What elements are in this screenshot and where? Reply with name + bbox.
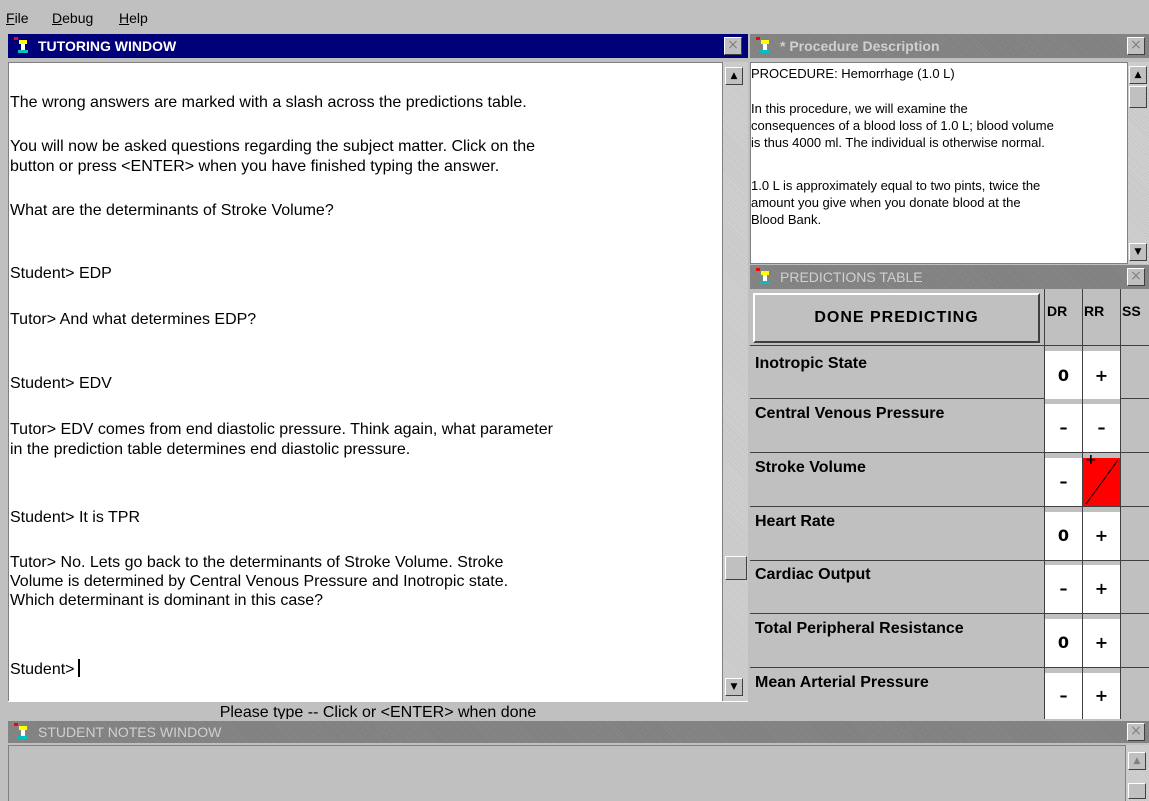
- procedure-text-area[interactable]: [750, 62, 1149, 264]
- grid-line: [750, 667, 1149, 668]
- column-header-dr: DR: [1047, 303, 1068, 319]
- scroll-up-icon[interactable]: ▲: [1129, 66, 1147, 84]
- student-prompt: Student>: [10, 661, 75, 678]
- dialog-line: Tutor> EDV comes from end diastolic pres…: [10, 421, 553, 438]
- procedure-line: is thus 4000 ml. The individual is other…: [751, 135, 1045, 150]
- row-label-stroke-volume: Stroke Volume: [755, 459, 866, 476]
- menu-help-accel: H: [119, 10, 130, 26]
- close-icon[interactable]: ×: [1127, 723, 1145, 741]
- cell-rr[interactable]: +: [1083, 619, 1120, 667]
- scroll-thumb[interactable]: [1128, 783, 1146, 799]
- grid-line: [750, 345, 1149, 346]
- scroll-down-icon[interactable]: ▼: [725, 678, 743, 696]
- dialog-line: Tutor> No. Lets go back to the determina…: [10, 554, 504, 571]
- procedure-line: 1.0 L is approximately equal to two pint…: [751, 178, 1041, 193]
- grid-line: [1120, 289, 1121, 719]
- menu-bar: File Debug Help: [0, 0, 1149, 32]
- column-header-rr: RR: [1084, 303, 1105, 319]
- procedure-line: amount you give when you donate blood at…: [751, 195, 1021, 210]
- dialog-line: The wrong answers are marked with a slas…: [10, 94, 527, 111]
- cell-dr[interactable]: –: [1045, 673, 1082, 719]
- app-icon: [756, 37, 774, 55]
- scroll-thumb[interactable]: [725, 556, 747, 580]
- row-label-cardiac-output: Cardiac Output: [755, 566, 871, 583]
- scroll-thumb[interactable]: [1129, 86, 1147, 108]
- cell-dr[interactable]: –: [1045, 458, 1082, 506]
- close-icon[interactable]: ×: [1127, 268, 1145, 286]
- status-bar: Please type -- Click or <ENTER> when don…: [8, 701, 748, 719]
- cell-rr[interactable]: +: [1083, 565, 1120, 613]
- notes-text-area[interactable]: [8, 745, 1125, 801]
- status-text: Please type -- Click or <ENTER> when don…: [219, 704, 537, 719]
- dialog-line: Student> EDV: [10, 375, 112, 392]
- wrong-answer-slash-icon: [1085, 459, 1119, 505]
- dialog-line: You will now be asked questions regardin…: [10, 138, 536, 155]
- tutoring-title: TUTORING WINDOW: [38, 38, 177, 54]
- grid-line: [750, 613, 1149, 614]
- app-root: File Debug Help TUTORING WINDOW × ▲ ▼ Th…: [0, 0, 1149, 801]
- notes-titlebar[interactable]: STUDENT NOTES WINDOW: [8, 721, 1149, 743]
- grid-line: [750, 560, 1149, 561]
- menu-debug[interactable]: Debug: [52, 10, 93, 26]
- dialog-line: Volume is determined by Central Venous P…: [10, 573, 509, 590]
- cell-rr[interactable]: –: [1083, 404, 1120, 452]
- notes-title: STUDENT NOTES WINDOW: [38, 724, 222, 740]
- menu-debug-accel: D: [52, 10, 63, 26]
- procedure-line: PROCEDURE: Hemorrhage (1.0 L): [751, 66, 955, 81]
- text-cursor: [77, 659, 80, 677]
- menu-file[interactable]: File: [6, 10, 29, 26]
- row-label-mean-arterial-pressure: Mean Arterial Pressure: [755, 674, 929, 691]
- cell-rr[interactable]: +: [1083, 673, 1120, 719]
- procedure-line: Blood Bank.: [751, 212, 822, 227]
- row-label-central-venous-pressure: Central Venous Pressure: [755, 405, 945, 422]
- tutoring-titlebar[interactable]: TUTORING WINDOW: [8, 34, 748, 58]
- grid-line: [750, 506, 1149, 507]
- row-label-inotropic-state: Inotropic State: [755, 355, 868, 372]
- done-predicting-button[interactable]: DONE PREDICTING: [753, 293, 1040, 343]
- dialog-line: Student> It is TPR: [10, 509, 140, 526]
- app-icon: [14, 723, 32, 741]
- cell-dr[interactable]: 0: [1045, 351, 1082, 399]
- app-icon: [14, 37, 32, 55]
- scroll-up-icon[interactable]: ▲: [1128, 752, 1146, 770]
- cell-dr[interactable]: 0: [1045, 512, 1082, 560]
- row-label-total-peripheral-resistance: Total Peripheral Resistance: [755, 620, 964, 637]
- predictions-titlebar[interactable]: PREDICTIONS TABLE: [750, 265, 1149, 289]
- predictions-title: PREDICTIONS TABLE: [780, 269, 923, 285]
- procedure-line: consequences of a blood loss of 1.0 L; b…: [751, 118, 1054, 133]
- menu-help-label: elp: [129, 10, 148, 26]
- dialog-line: in the prediction table determines end d…: [10, 441, 411, 458]
- cell-rr[interactable]: +: [1083, 512, 1120, 560]
- close-icon[interactable]: ×: [724, 37, 742, 55]
- scroll-up-icon[interactable]: ▲: [725, 67, 743, 85]
- student-input-line[interactable]: Student>: [10, 659, 80, 679]
- cell-dr[interactable]: –: [1045, 404, 1082, 452]
- close-icon[interactable]: ×: [1127, 37, 1145, 55]
- scroll-down-icon[interactable]: ▼: [1129, 243, 1147, 261]
- dialog-line: Tutor> And what determines EDP?: [10, 311, 257, 328]
- cell-rr[interactable]: +: [1083, 351, 1120, 399]
- cell-rr-wrong[interactable]: +: [1083, 452, 1120, 506]
- column-header-ss: SS: [1122, 303, 1141, 319]
- menu-file-accel: F: [6, 10, 15, 26]
- tutoring-scrollbar[interactable]: [722, 62, 748, 702]
- dialog-line: What are the determinants of Stroke Volu…: [10, 202, 334, 219]
- procedure-titlebar[interactable]: * Procedure Description: [750, 34, 1149, 58]
- menu-debug-label: ebug: [62, 10, 94, 26]
- menu-file-label: ile: [14, 10, 29, 26]
- dialog-line: Student> EDP: [10, 265, 112, 282]
- dialog-line: button or press <ENTER> when you have fi…: [10, 158, 500, 175]
- cell-dr[interactable]: –: [1045, 565, 1082, 613]
- procedure-line: In this procedure, we will examine the: [751, 101, 968, 116]
- row-label-heart-rate: Heart Rate: [755, 513, 836, 530]
- app-icon: [756, 268, 774, 286]
- menu-help[interactable]: Help: [119, 10, 148, 26]
- dialog-line: Which determinant is dominant in this ca…: [10, 592, 324, 609]
- cell-dr[interactable]: 0: [1045, 619, 1082, 667]
- procedure-title: * Procedure Description: [780, 38, 940, 54]
